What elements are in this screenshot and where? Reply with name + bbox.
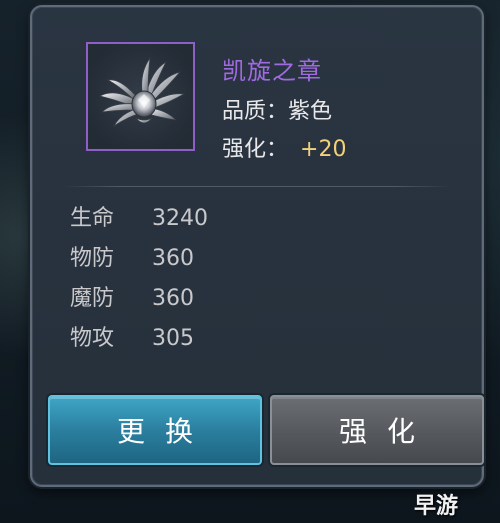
stat-value: 305 — [152, 326, 194, 351]
stat-label: 魔防 — [70, 286, 115, 311]
stat-row-hp: 生命 3240 — [70, 200, 208, 231]
item-detail-panel: 凯旋之章 品质：紫色 强化： +20 生命 3240 物防 360 魔防 360 物攻 3… — [30, 5, 484, 487]
quality-row: 品质：紫色 — [222, 93, 332, 125]
stat-label: 生命 — [70, 206, 115, 231]
stat-row-magic-defense: 魔防 360 — [70, 280, 194, 311]
winged-crest-icon — [98, 56, 186, 128]
site-watermark: 早游 — [414, 494, 459, 519]
enhance-row: 强化： +20 — [222, 131, 346, 163]
section-divider — [62, 186, 452, 187]
stat-value: 3240 — [152, 206, 208, 231]
quality-label: 品质： — [222, 99, 289, 124]
replace-button[interactable]: 更换 — [48, 395, 262, 465]
quality-value: 紫色 — [288, 99, 333, 124]
item-name: 凯旋之章 — [222, 57, 322, 85]
stat-label: 物攻 — [70, 326, 115, 351]
stat-row-physical-defense: 物防 360 — [70, 240, 194, 271]
enhance-label: 强化： — [222, 137, 289, 162]
stat-row-physical-attack: 物攻 305 — [70, 320, 194, 351]
stat-value: 360 — [152, 246, 194, 271]
strengthen-button[interactable]: 强化 — [270, 395, 484, 465]
enhance-value: +20 — [300, 137, 347, 162]
stat-value: 360 — [152, 286, 194, 311]
item-icon-frame — [86, 42, 195, 151]
stat-label: 物防 — [70, 246, 115, 271]
